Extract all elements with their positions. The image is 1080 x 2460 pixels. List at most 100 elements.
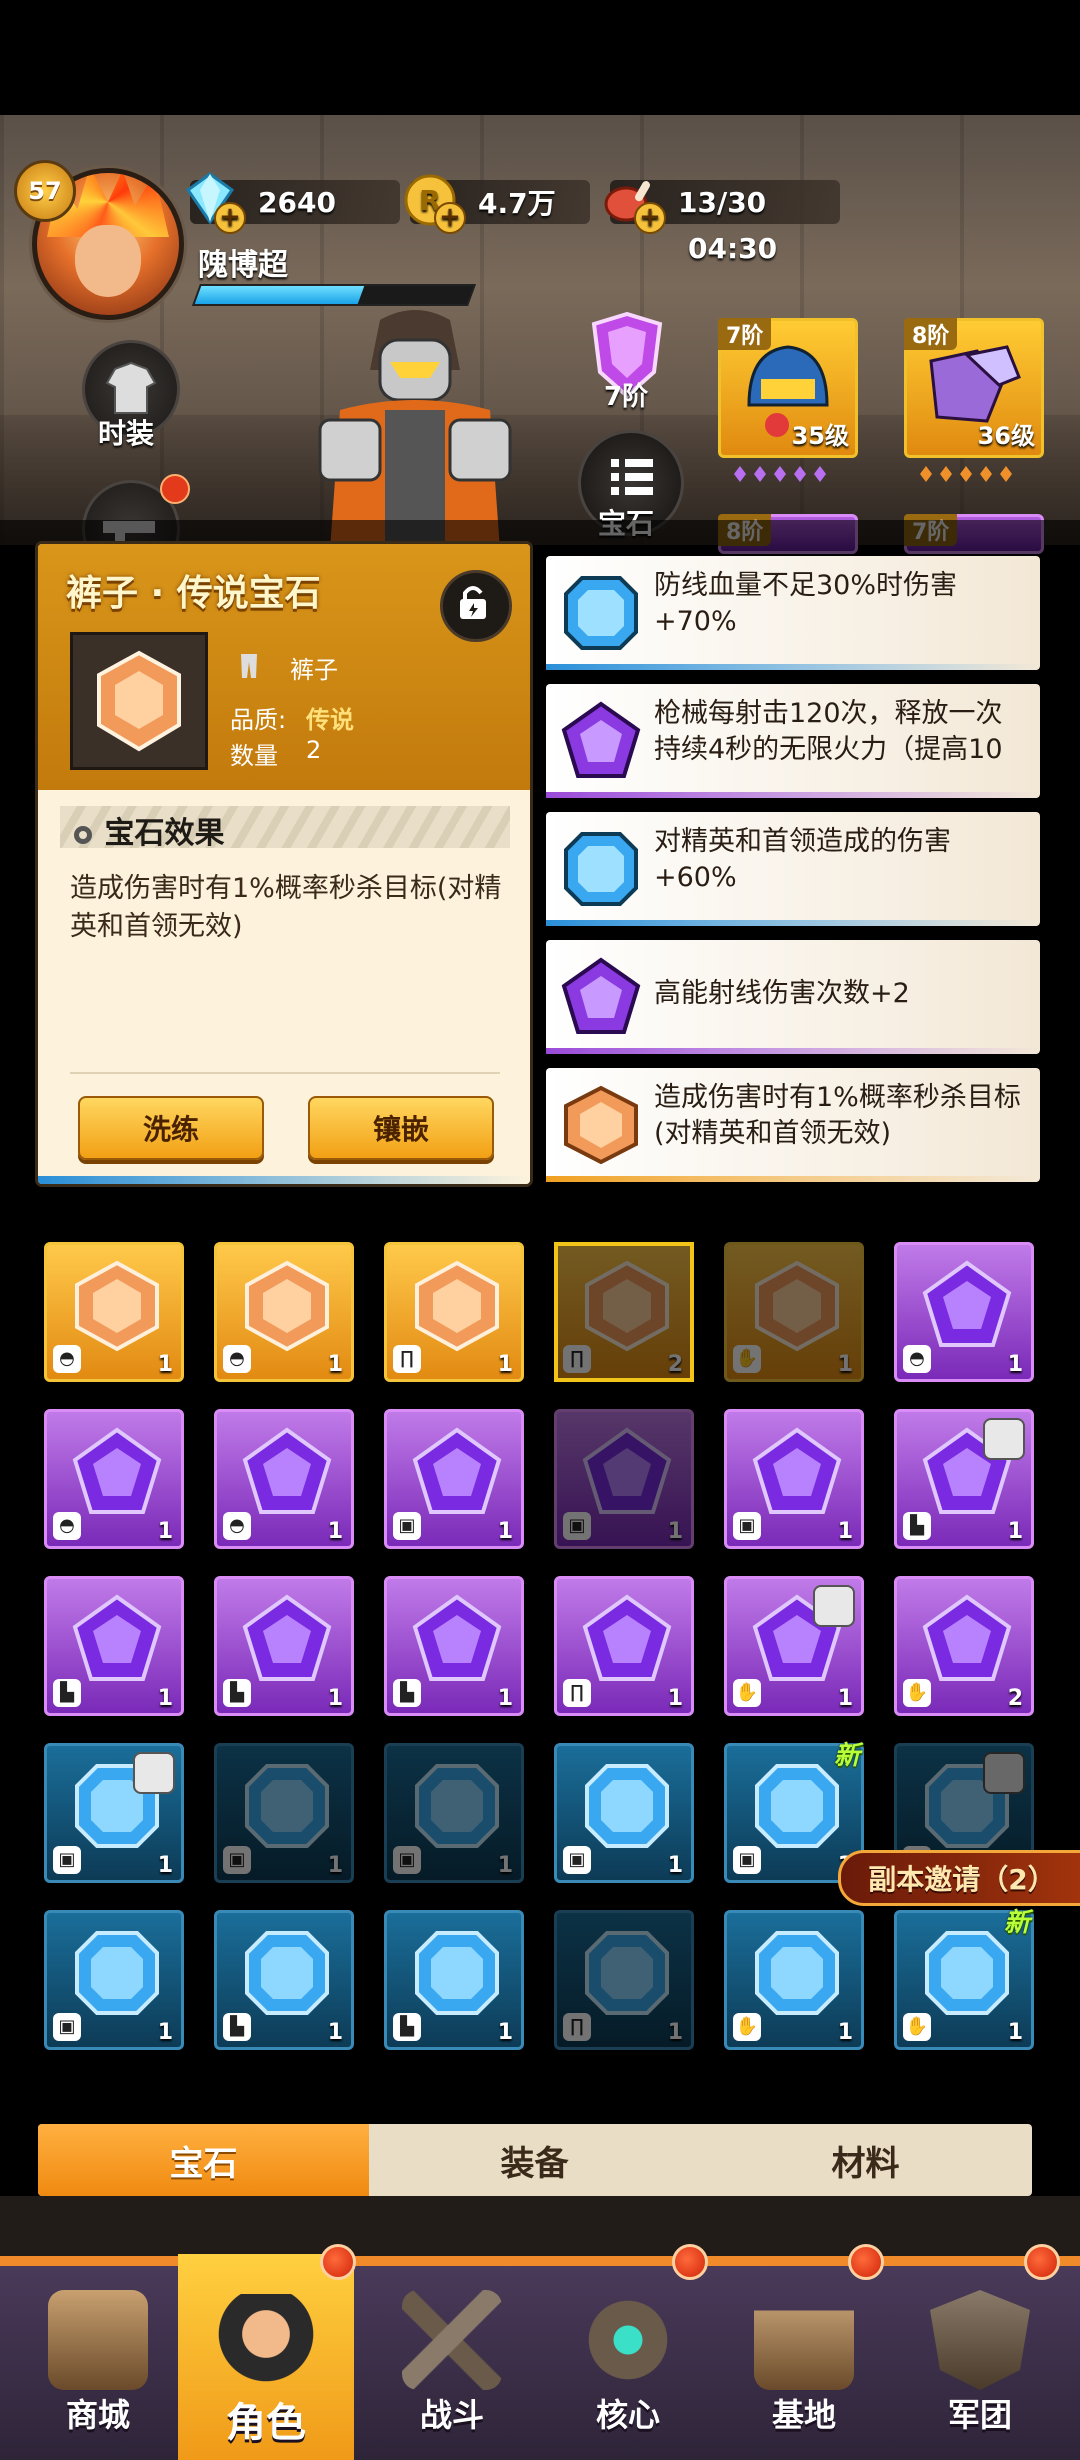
item-count: 1 — [837, 1519, 853, 1544]
notification-dot — [320, 2244, 356, 2280]
gem-inventory-item[interactable]: ▣1 — [724, 1409, 864, 1549]
tab-equipment[interactable]: 装备 — [369, 2124, 700, 2196]
gem-inventory-item[interactable]: ◓ 1 — [894, 1242, 1034, 1382]
nav-core[interactable]: 核心 — [540, 2270, 716, 2460]
item-count: 1 — [667, 1853, 683, 1878]
nav-character[interactable]: 角色 — [178, 2254, 354, 2460]
equipment-gloves[interactable]: 8阶 36级 — [904, 318, 1044, 458]
player-name: 隗博超 — [198, 248, 288, 283]
gem-inventory-item[interactable]: ▙ 1 — [384, 1910, 524, 2050]
add-diamond-button[interactable]: + — [214, 202, 246, 234]
refine-button[interactable]: 洗练 — [78, 1096, 264, 1160]
item-count: 1 — [837, 1686, 853, 1711]
legion-icon — [930, 2290, 1030, 2390]
gem-slot-name: 裤子 — [290, 656, 338, 684]
dungeon-invite-banner[interactable]: 副本邀请（2） — [838, 1850, 1080, 1906]
lock-icon — [983, 1752, 1025, 1794]
gem-inventory-item[interactable]: ✋ 1 — [724, 1910, 864, 2050]
purple-gem-icon — [922, 1260, 1012, 1347]
effect-item: 防线血量不足30%时伤害+70% — [546, 556, 1040, 670]
boot-slot-icon: ▙ — [53, 1679, 81, 1707]
blue-gem-icon — [415, 1931, 499, 2015]
gem-inventory-item[interactable]: ◓ 1 — [44, 1409, 184, 1549]
add-coin-button[interactable]: + — [434, 202, 466, 234]
item-count: 2 — [1007, 1686, 1023, 1711]
rank-label: 7阶 — [604, 382, 649, 412]
orange-gem-icon — [245, 1260, 329, 1352]
gem-inventory-item[interactable]: ▙ 1 — [384, 1576, 524, 1716]
equipment-gem-slots — [734, 466, 826, 482]
item-count: 1 — [497, 1853, 513, 1878]
gem-inventory-item[interactable]: ▣1 — [384, 1409, 524, 1549]
add-stamina-button[interactable]: + — [634, 202, 666, 234]
stamina-timer: 04:30 — [688, 232, 778, 265]
nav-battle[interactable]: 战斗 — [364, 2270, 540, 2460]
gem-inventory-item[interactable]: ▣1 — [554, 1743, 694, 1883]
gem-inventory-item[interactable]: ∏ 1 — [384, 1242, 524, 1382]
lock-button[interactable] — [440, 570, 512, 642]
gem-inventory-item[interactable]: ✋ 1 — [724, 1242, 864, 1382]
gem-inventory-item[interactable]: ▙ 1 — [44, 1576, 184, 1716]
gem-inventory-item[interactable]: ▙ 1 — [214, 1910, 354, 2050]
glove-slot-icon: ✋ — [733, 1345, 761, 1373]
nav-legion[interactable]: 军团 — [892, 2270, 1068, 2460]
inlay-button[interactable]: 镶嵌 — [308, 1096, 494, 1160]
effect-title: 宝石效果 — [72, 808, 224, 852]
gem-inventory-item[interactable]: ▙ 1 — [894, 1409, 1034, 1549]
gem-inventory-item[interactable]: ✋ 1 — [724, 1576, 864, 1716]
gem-inventory-item[interactable]: ∏ 1 — [554, 1576, 694, 1716]
glove-slot-icon: ✋ — [733, 2013, 761, 2041]
purple-gem-icon — [72, 1594, 162, 1681]
tab-gems[interactable]: 宝石 — [38, 2124, 369, 2196]
purple-gem-icon — [72, 1427, 162, 1514]
nav-shop[interactable]: 商城 — [10, 2270, 186, 2460]
orange-gem-icon — [755, 1260, 839, 1352]
lock-icon — [983, 1418, 1025, 1460]
core-icon — [578, 2290, 678, 2390]
equipment-tier: 7阶 — [718, 318, 772, 350]
gem-inventory-item[interactable]: ▣1 — [554, 1409, 694, 1549]
gem-inventory-item[interactable]: ◓ 1 — [214, 1242, 354, 1382]
blue-gem-icon — [585, 1931, 669, 2015]
notification-dot — [672, 2244, 708, 2280]
player-level-badge: 57 — [14, 160, 76, 222]
gem-detail-title: 裤子 · 传说宝石 — [66, 573, 321, 614]
item-count: 1 — [327, 2020, 343, 2045]
gem-inventory-item[interactable]: ◓ 1 — [44, 1242, 184, 1382]
armor-slot-icon: ▣ — [393, 1846, 421, 1874]
lock-icon — [813, 1585, 855, 1627]
diamond-resource[interactable]: + 2640 — [185, 172, 400, 234]
blue-gem-icon — [755, 1764, 839, 1848]
equipment-helmet[interactable]: 7阶 35级 — [718, 318, 858, 458]
effect-item: 枪械每射击120次，释放一次持续4秒的无限火力（提高10 — [546, 684, 1040, 798]
blue-gem-icon — [925, 1931, 1009, 2015]
gem-inventory-item[interactable]: ▣1 — [214, 1743, 354, 1883]
pants-slot-icon: ∏ — [393, 1345, 421, 1373]
purple-gem-icon — [561, 701, 641, 778]
gem-inventory-item[interactable]: ∏ 1 — [554, 1910, 694, 2050]
gem-inventory-item[interactable]: ▙ 1 — [214, 1576, 354, 1716]
coin-count: 4.7万 — [478, 187, 556, 220]
character-icon — [216, 2294, 316, 2394]
gem-inventory-item[interactable]: ▣1 — [384, 1743, 524, 1883]
nav-label: 商城 — [65, 2396, 130, 2434]
tab-materials[interactable]: 材料 — [700, 2124, 1031, 2196]
gem-inventory-item[interactable]: ▣1 — [44, 1743, 184, 1883]
nav-label: 角色 — [226, 2400, 306, 2446]
blue-gem-icon — [245, 1764, 329, 1848]
count-label: 数量 — [230, 742, 278, 770]
gem-inventory-item[interactable]: ▣1 — [44, 1910, 184, 2050]
item-count: 1 — [327, 1853, 343, 1878]
orange-gem-icon — [97, 650, 181, 752]
battle-icon — [402, 2290, 502, 2390]
item-count: 1 — [327, 1519, 343, 1544]
gem-inventory-item[interactable]: ✋ 2 — [894, 1576, 1034, 1716]
notification-dot — [848, 2244, 884, 2280]
glove-slot-icon: ✋ — [733, 1679, 761, 1707]
nav-base[interactable]: 基地 — [716, 2270, 892, 2460]
stamina-resource[interactable]: + 13/30 — [604, 180, 840, 234]
gem-inventory-item[interactable]: ◓ 1 — [214, 1409, 354, 1549]
coin-resource[interactable]: R + 4.7万 — [404, 174, 590, 234]
blue-gem-icon — [75, 1931, 159, 2015]
helmet-slot-icon: ◓ — [53, 1512, 81, 1540]
